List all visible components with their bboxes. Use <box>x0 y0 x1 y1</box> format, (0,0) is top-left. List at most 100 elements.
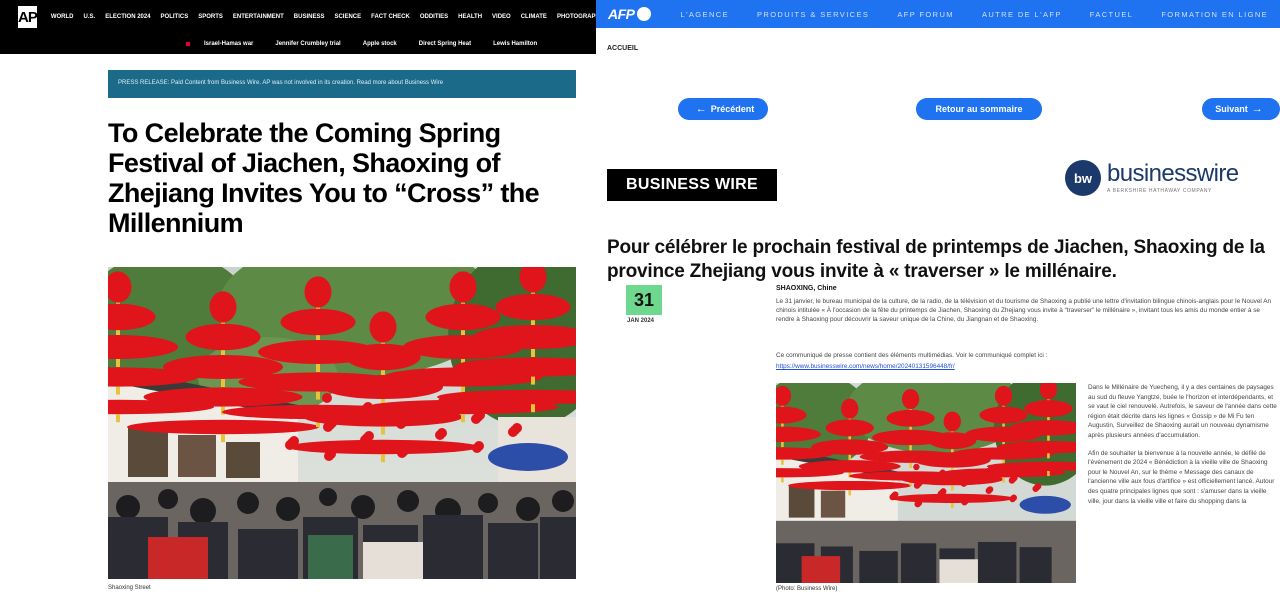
ap-top-nav: AP WORLD U.S. ELECTION 2024 POLITICS SPORTS E… <box>0 0 596 34</box>
lantern-tassel-icon <box>1047 435 1050 441</box>
afp-nav-links: L'AGENCE PRODUITS & SERVICES AFP FORUM AUTR… <box>681 10 1280 19</box>
ap-nav-link-9[interactable]: ODDITIES <box>420 14 448 20</box>
trending-item-1[interactable]: Jennifer Crumbley trial <box>275 41 340 47</box>
ap-nav-links: WORLD U.S. ELECTION 2024 POLITICS SPORTS ENTE… <box>51 14 596 20</box>
lantern-tassel-icon <box>316 391 320 400</box>
lantern-icon <box>127 419 319 435</box>
lantern-tassel-icon <box>1047 470 1050 477</box>
lantern-icon <box>209 291 237 323</box>
afp-nav-link-1[interactable]: PRODUITS & SERVICES <box>757 10 869 19</box>
distant-lantern-icon <box>323 422 333 432</box>
lantern-tassel-icon <box>848 454 851 460</box>
afp-headline: Pour célébrer le prochain festival de pr… <box>607 237 1265 282</box>
lantern-icon <box>185 323 261 351</box>
afp-lantern-street-photo <box>776 383 1076 583</box>
lantern-tassel-icon <box>221 434 225 443</box>
breadcrumb[interactable]: ACCUEIL <box>607 45 638 52</box>
trending-dot-icon <box>186 42 190 46</box>
trending-item-4[interactable]: Lewis Hamilton <box>493 41 537 47</box>
ap-nav-link-5[interactable]: ENTERTAINMENT <box>233 14 284 20</box>
afp-nav-link-0[interactable]: L'AGENCE <box>681 10 729 19</box>
distant-lantern-icon <box>434 401 444 411</box>
lantern-icon <box>825 419 874 437</box>
distant-lantern-icon <box>960 480 968 487</box>
afp-logo[interactable]: AFP <box>608 6 651 22</box>
ap-nav-link-1[interactable]: U.S. <box>84 14 96 20</box>
distant-lantern-icon <box>508 427 518 437</box>
lantern-icon <box>943 411 961 432</box>
ap-nav-link-8[interactable]: FACT CHECK <box>371 14 410 20</box>
previous-button[interactable]: ← Précédent <box>678 98 768 120</box>
bw-logo-mark-icon: bw <box>1065 160 1101 196</box>
lantern-icon <box>994 385 1013 406</box>
ap-nav-link-0[interactable]: WORLD <box>51 14 74 20</box>
lantern-tassel-icon <box>116 359 120 367</box>
back-to-summary-button[interactable]: Retour au sommaire <box>916 98 1042 120</box>
lantern-icon <box>901 389 920 410</box>
afp-nav-link-4[interactable]: FACTUEL <box>1090 10 1134 19</box>
afp-nav-link-2[interactable]: AFP FORUM <box>897 10 954 19</box>
dateline: SHAOXING, Chine <box>776 285 837 292</box>
trending-item-0[interactable]: Israel-Hamas war <box>204 41 253 47</box>
ap-nav-link-4[interactable]: SPORTS <box>198 14 223 20</box>
lantern-tassel-icon <box>1002 477 1005 483</box>
ap-nav-link-6[interactable]: BUSINESS <box>294 14 325 20</box>
body-paragraph-2: Ce communiqué de presse contient des élé… <box>776 352 1048 359</box>
side-paragraph-2: Afin de souhaiter la bienvenue à la nouv… <box>1088 449 1275 505</box>
distant-lantern-icon <box>285 440 295 450</box>
side-column: Dans le Millénaire de Yuecheng, il y a d… <box>1088 383 1278 514</box>
lantern-tassel-icon <box>781 441 784 448</box>
ap-logo[interactable]: AP <box>18 6 38 28</box>
lantern-icon <box>788 480 912 491</box>
distant-lantern-icon <box>1032 485 1039 492</box>
trending-item-2[interactable]: Apple stock <box>363 41 397 47</box>
body-paragraph-1: Le 31 janvier, le bureau municipal de la… <box>776 298 1272 323</box>
next-button[interactable]: Suivant → <box>1202 98 1280 120</box>
lantern-icon <box>1024 400 1073 418</box>
lantern-tassel-icon <box>116 414 120 423</box>
ap-nav-link-3[interactable]: POLITICS <box>161 14 189 20</box>
afp-nav-link-5[interactable]: FORMATION EN LIGNE <box>1161 10 1268 19</box>
lantern-icon <box>304 276 332 308</box>
ap-nav-link-10[interactable]: HEALTH <box>458 14 482 20</box>
lantern-tassel-icon <box>316 364 320 372</box>
date-day-badge: 31 <box>626 285 662 315</box>
ap-photo-caption: Shaoxing Street <box>108 585 151 591</box>
trending-item-3[interactable]: Direct Spring Heat <box>419 41 471 47</box>
lantern-tassel-icon <box>531 349 535 357</box>
press-release-banner[interactable]: PRESS RELEASE: Paid Content from Busines… <box>108 70 576 98</box>
lantern-icon <box>449 271 477 303</box>
lantern-tassel-icon <box>531 376 535 385</box>
ap-nav-link-12[interactable]: CLIMATE <box>521 14 547 20</box>
ap-trending-bar: Israel-Hamas war Jennifer Crumbley trial A… <box>0 34 596 54</box>
ap-nav-link-11[interactable]: VIDEO <box>492 14 511 20</box>
distant-lantern-icon <box>397 448 407 458</box>
full-release-link[interactable]: https://www.businesswire.com/news/home/2… <box>776 363 955 370</box>
ap-nav-link-2[interactable]: ELECTION 2024 <box>105 14 150 20</box>
lantern-tassel-icon <box>116 386 120 395</box>
lantern-icon <box>841 398 859 419</box>
lantern-icon <box>890 493 1014 503</box>
lantern-icon <box>287 439 479 455</box>
distant-lantern-icon <box>396 419 406 429</box>
distant-lantern-icon <box>913 482 921 489</box>
lantern-tassel-icon <box>909 445 912 451</box>
lantern-tassel-icon <box>781 477 784 483</box>
ap-article-panel: AP WORLD U.S. ELECTION 2024 POLITICS SPORTS E… <box>0 0 596 597</box>
distant-lantern-icon <box>324 451 334 461</box>
ap-nav-link-7[interactable]: SCIENCE <box>334 14 361 20</box>
arrow-left-icon: ← <box>695 103 707 115</box>
lantern-icon <box>369 311 397 343</box>
afp-nav-link-3[interactable]: AUTRE DE L'AFP <box>982 10 1062 19</box>
ap-nav-link-13[interactable]: PHOTOGRAPHY <box>557 14 596 20</box>
business-wire-badge: BUSINESS WIRE <box>607 169 777 201</box>
lantern-tassel-icon <box>951 485 954 491</box>
ap-lantern-street-photo <box>108 267 576 579</box>
afp-top-nav: AFP L'AGENCE PRODUITS & SERVICES AFP FORUM… <box>596 0 1280 28</box>
lantern-tassel-icon <box>461 414 465 423</box>
distant-lantern-icon <box>471 414 481 424</box>
next-button-label: Suivant <box>1215 104 1248 114</box>
distant-lantern-icon <box>985 487 993 494</box>
lantern-icon <box>979 406 1028 424</box>
distant-lantern-icon <box>914 500 921 508</box>
